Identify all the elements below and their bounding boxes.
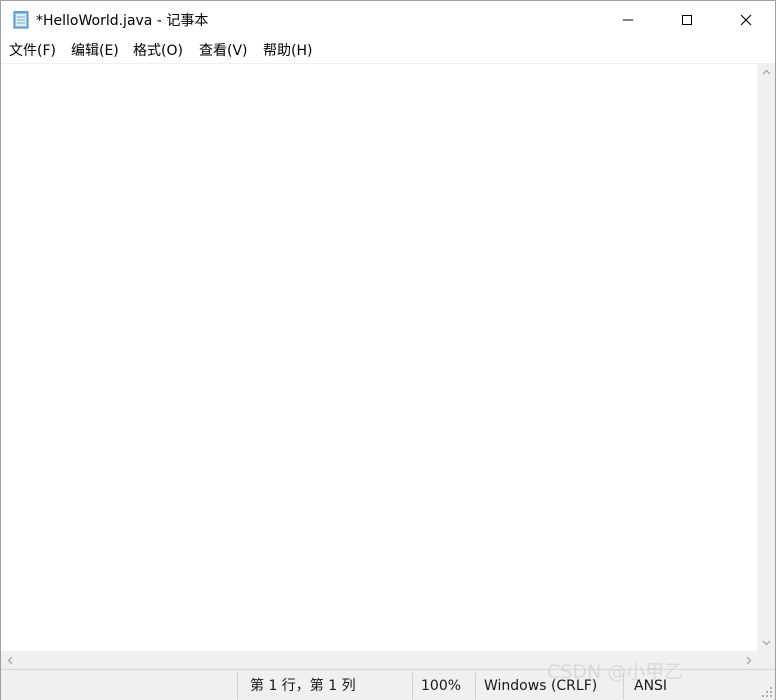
title-bar[interactable]: *HelloWorld.java - 记事本 xyxy=(1,1,775,39)
status-zoom: 100% xyxy=(421,678,462,694)
menu-format[interactable]: 格式(O) xyxy=(133,42,183,61)
status-divider xyxy=(412,673,413,699)
status-line-ending: Windows (CRLF) xyxy=(484,678,598,694)
menu-bar: 文件(F) 编辑(E) 格式(O) 查看(V) 帮助(H) xyxy=(1,39,775,63)
vertical-scrollbar[interactable] xyxy=(757,63,775,651)
status-bar: 第 1 行，第 1 列 100% Windows (CRLF) ANSI xyxy=(1,669,775,700)
chevron-up-icon xyxy=(762,69,770,74)
maximize-button[interactable] xyxy=(658,1,716,39)
window-title: *HelloWorld.java - 记事本 xyxy=(36,13,209,29)
close-icon xyxy=(740,14,752,26)
text-editor-area[interactable] xyxy=(1,63,757,652)
scroll-left-button[interactable] xyxy=(1,651,18,669)
status-divider xyxy=(237,673,238,699)
minimize-button[interactable] xyxy=(599,1,657,39)
minimize-icon xyxy=(623,19,633,21)
scroll-down-button[interactable] xyxy=(757,634,775,651)
horizontal-scrollbar[interactable] xyxy=(1,651,757,669)
menu-file[interactable]: 文件(F) xyxy=(9,42,56,61)
notepad-window: *HelloWorld.java - 记事本 文件(F) 编辑(E) 格式(O)… xyxy=(0,0,776,700)
chevron-right-icon xyxy=(746,656,751,664)
menu-help[interactable]: 帮助(H) xyxy=(263,42,312,61)
status-encoding: ANSI xyxy=(634,678,668,694)
chevron-down-icon xyxy=(762,640,770,645)
status-divider xyxy=(475,673,476,699)
scroll-right-button[interactable] xyxy=(740,651,757,669)
notepad-icon[interactable] xyxy=(12,10,31,29)
status-divider xyxy=(623,673,624,699)
close-button[interactable] xyxy=(717,1,775,39)
menu-view[interactable]: 查看(V) xyxy=(199,42,248,61)
chevron-left-icon xyxy=(7,656,12,664)
scroll-up-button[interactable] xyxy=(757,63,775,80)
status-cursor-position: 第 1 行，第 1 列 xyxy=(250,678,356,694)
resize-grip-icon[interactable] xyxy=(761,686,773,698)
scrollbar-corner xyxy=(757,651,775,669)
menu-edit[interactable]: 编辑(E) xyxy=(71,42,119,61)
maximize-icon xyxy=(682,15,692,25)
